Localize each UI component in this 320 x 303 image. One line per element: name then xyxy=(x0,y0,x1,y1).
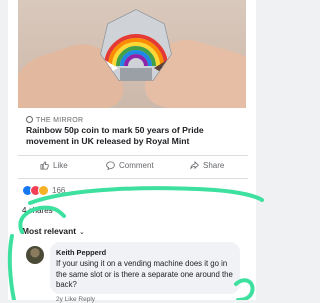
like-button[interactable]: Like xyxy=(40,161,68,170)
haha-icon xyxy=(38,185,49,196)
reaction-summary[interactable]: 166 xyxy=(22,185,66,196)
post-actions: Like Comment Share xyxy=(18,157,248,177)
share-label: Share xyxy=(203,161,225,170)
comment-author[interactable]: Keith Pepperd xyxy=(56,248,106,257)
comment-sort-label: Most relevant xyxy=(22,226,76,236)
divider xyxy=(18,178,248,179)
thumbs-up-icon xyxy=(40,161,49,170)
post-source[interactable]: THE MIRROR xyxy=(26,116,83,124)
comment-sort-dropdown[interactable]: Most relevant ⌄ xyxy=(22,226,85,236)
avatar[interactable] xyxy=(26,246,44,264)
post-image[interactable] xyxy=(18,0,246,108)
divider xyxy=(18,155,248,156)
source-name: THE MIRROR xyxy=(36,117,84,124)
comment-bubble: Keith Pepperd If your using it on a vend… xyxy=(50,242,240,294)
reaction-count: 166 xyxy=(52,186,66,195)
coin-image xyxy=(100,9,172,81)
comment-icon xyxy=(106,161,115,171)
comment-button[interactable]: Comment xyxy=(106,161,154,171)
like-label: Like xyxy=(53,161,68,170)
comment-label: Comment xyxy=(119,161,154,170)
comment-text: If your using it on a vending machine do… xyxy=(56,259,233,289)
share-count[interactable]: 4 shares xyxy=(22,206,53,215)
chevron-down-icon: ⌄ xyxy=(79,229,85,236)
share-button[interactable]: Share xyxy=(190,160,225,170)
share-icon xyxy=(190,160,199,170)
post-headline[interactable]: Rainbow 50p coin to mark 50 years of Pri… xyxy=(26,125,248,147)
globe-icon xyxy=(26,116,33,123)
